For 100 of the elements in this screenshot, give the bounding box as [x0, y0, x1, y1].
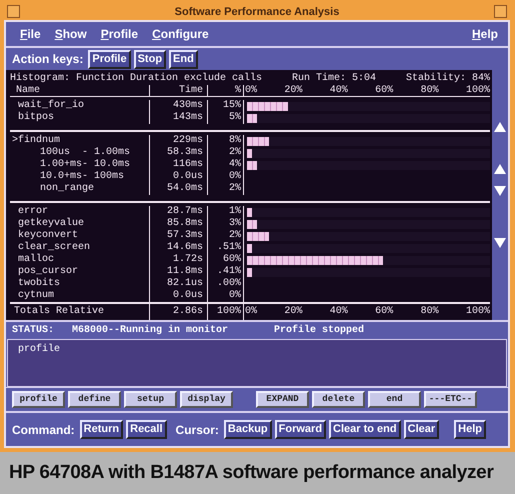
scroll-down-icon[interactable] — [494, 186, 506, 196]
scale-label: 80% — [420, 85, 439, 96]
maximize-button[interactable] — [494, 5, 507, 18]
menu-item[interactable]: Show — [54, 27, 87, 41]
bar-label: Cursor: — [176, 422, 219, 436]
command-button[interactable]: Recall — [126, 420, 167, 439]
time-value: 54.0ms — [166, 183, 203, 194]
time-value: 28.7ms — [166, 206, 203, 217]
softkey-button[interactable]: setup — [124, 391, 177, 408]
window-title: Software Performance Analysis — [174, 6, 340, 18]
run-time: Run Time: 5:04 — [292, 73, 376, 85]
percent-value: 0% — [228, 171, 241, 182]
status-target: M68000--Running in monitor — [72, 325, 228, 336]
scale-label: 20% — [284, 85, 302, 96]
scale-label: 60% — [375, 305, 394, 319]
command-button[interactable]: Clear — [404, 420, 440, 439]
percent-value: 0% — [228, 290, 241, 301]
command-button[interactable]: Forward — [274, 420, 326, 439]
time-value: 0.0us — [172, 290, 203, 301]
help-button[interactable]: Help — [454, 420, 486, 439]
time-value: 57.3ms — [166, 230, 203, 241]
status-label: STATUS: — [12, 325, 54, 336]
softkey-button[interactable]: EXPAND — [256, 391, 309, 408]
softkey-button[interactable]: profile — [12, 391, 65, 408]
percent-value: 3% — [228, 218, 241, 229]
time-value: 82.1us — [166, 278, 203, 289]
scroll-down-icon[interactable] — [494, 238, 506, 248]
percent-value: 8% — [228, 135, 241, 146]
function-name: error — [18, 206, 48, 217]
command-button[interactable]: Clear to end — [329, 420, 401, 439]
command-text: profile — [18, 344, 60, 355]
stability: Stability: 84% — [406, 73, 490, 85]
percent-value: 100% — [216, 306, 241, 317]
function-name: keyconvert — [18, 230, 78, 241]
percent-value: .51% — [216, 242, 241, 253]
column-header: Time — [178, 85, 203, 96]
menu-item[interactable]: Help — [472, 27, 498, 41]
softkey-button[interactable]: define — [68, 391, 121, 408]
scale-label: 40% — [330, 305, 348, 319]
scale-label: 0% — [245, 85, 258, 96]
function-name: bitpos — [18, 112, 54, 123]
time-value: 430ms — [172, 100, 203, 111]
percent-value: 2% — [228, 230, 241, 241]
time-value: 0.0us — [172, 171, 203, 182]
time-value: 143ms — [172, 112, 203, 123]
percent-value: 2% — [228, 147, 241, 158]
time-value: 2.86s — [172, 306, 203, 317]
action-key-button[interactable]: Profile — [88, 50, 131, 68]
function-name: 10.0+ms- 100ms — [40, 171, 124, 182]
menu-item[interactable]: File — [20, 27, 41, 41]
scale-label: 100% — [466, 85, 490, 96]
command-button[interactable]: Return — [80, 420, 124, 439]
softkey-button[interactable]: display — [180, 391, 233, 408]
menu-item[interactable]: Profile — [100, 27, 138, 41]
menu-item[interactable]: Configure — [152, 27, 209, 41]
percent-value: .00% — [216, 278, 241, 289]
scale-label: 60% — [375, 85, 394, 96]
percent-value: 15% — [222, 100, 241, 111]
softkey-button[interactable]: ---ETC-- — [424, 391, 477, 408]
action-key-button[interactable]: End — [169, 50, 198, 68]
softkey-button[interactable]: end — [368, 391, 421, 408]
time-value: 14.6ms — [166, 242, 203, 253]
percent-value: 4% — [228, 159, 241, 170]
command-area[interactable]: profile — [7, 339, 507, 387]
scroll-up-icon[interactable] — [494, 164, 506, 174]
status-message: Profile stopped — [274, 325, 364, 336]
time-value: 1.72s — [172, 254, 203, 265]
function-name: getkeyvalue — [18, 218, 84, 229]
bar-label: Command: — [12, 422, 75, 436]
totals-label: Totals Relative — [14, 306, 104, 317]
caption: HP 64708A with B1487A software performance analyzer — [9, 462, 494, 484]
percent-value: 2% — [228, 183, 241, 194]
function-name: pos_cursor — [18, 266, 78, 277]
scale-label: 80% — [420, 305, 439, 319]
column-header: Name — [16, 85, 40, 96]
time-value: 11.8ms — [166, 266, 203, 277]
percent-value: .41% — [216, 266, 241, 277]
function-name: findnum — [18, 135, 60, 146]
scale-label: 20% — [284, 305, 302, 319]
histogram-title: Histogram: Function Duration exclude calls — [10, 73, 262, 84]
function-name: clear_screen — [18, 242, 90, 253]
command-button[interactable]: Backup — [224, 420, 272, 439]
percent-value: 1% — [228, 206, 241, 217]
time-value: 229ms — [172, 135, 203, 146]
cursor-marker: > — [12, 135, 18, 146]
scroll-up-icon[interactable] — [494, 122, 506, 132]
function-name: non_range — [40, 183, 94, 194]
function-name: 1.00+ms- 10.0ms — [40, 159, 130, 170]
softkey-button[interactable]: delete — [312, 391, 365, 408]
percent-value: 60% — [222, 254, 241, 265]
function-name: cytnum — [18, 290, 54, 301]
action-key-button[interactable]: Stop — [134, 50, 166, 68]
scale-label: 40% — [330, 85, 348, 96]
function-name: 100us - 1.00ms — [40, 147, 130, 158]
function-name: malloc — [18, 254, 54, 265]
window-menu-button[interactable] — [7, 5, 20, 18]
function-name: twobits — [18, 278, 60, 289]
function-name: wait_for_io — [18, 100, 84, 111]
scrollbar[interactable] — [492, 70, 508, 320]
scale-label: 100% — [466, 305, 490, 319]
